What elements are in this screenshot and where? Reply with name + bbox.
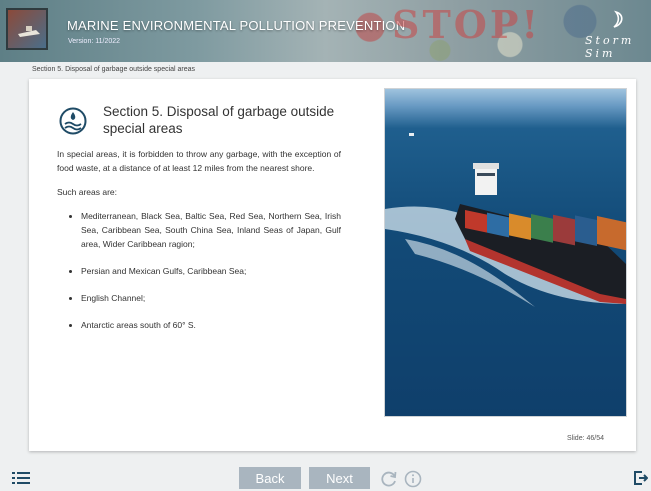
- app-logo: [6, 8, 48, 50]
- header-banner: MARINE ENVIRONMENTAL POLLUTION PREVENTIO…: [0, 0, 651, 62]
- section-body: In special areas, it is forbidden to thr…: [57, 147, 341, 345]
- list-item: Mediterranean, Black Sea, Baltic Sea, Re…: [81, 209, 341, 251]
- brand-wave-icon: [613, 10, 623, 28]
- back-button[interactable]: Back: [239, 467, 301, 489]
- next-button[interactable]: Next: [309, 467, 370, 489]
- list-item: English Channel;: [81, 291, 341, 305]
- info-icon[interactable]: [404, 470, 422, 488]
- breadcrumb: Section 5. Disposal of garbage outside s…: [32, 66, 196, 73]
- exit-icon[interactable]: [634, 471, 648, 485]
- container-ship-photo: [384, 88, 627, 417]
- brand-name: Storm Sim: [585, 34, 635, 60]
- section-intro: In special areas, it is forbidden to thr…: [57, 149, 341, 173]
- stop-graphic-text: STOP!: [392, 2, 542, 47]
- marine-pollution-icon: [59, 107, 87, 135]
- list-item: Antarctic areas south of 60° S.: [81, 318, 341, 332]
- app-title: MARINE ENVIRONMENTAL POLLUTION PREVENTIO…: [67, 18, 406, 33]
- section-title: Section 5. Disposal of garbage outside s…: [103, 104, 335, 136]
- slide-counter: Slide: 46/54: [567, 435, 604, 442]
- list-item: Persian and Mexican Gulfs, Caribbean Sea…: [81, 264, 341, 278]
- special-areas-list: Mediterranean, Black Sea, Baltic Sea, Re…: [57, 209, 341, 332]
- app-version: Version: 11/2022: [68, 38, 121, 45]
- list-heading: Such areas are:: [57, 187, 118, 197]
- reload-icon[interactable]: [380, 470, 398, 488]
- slide-card: Section 5. Disposal of garbage outside s…: [29, 79, 636, 451]
- list-menu-icon[interactable]: [12, 471, 30, 485]
